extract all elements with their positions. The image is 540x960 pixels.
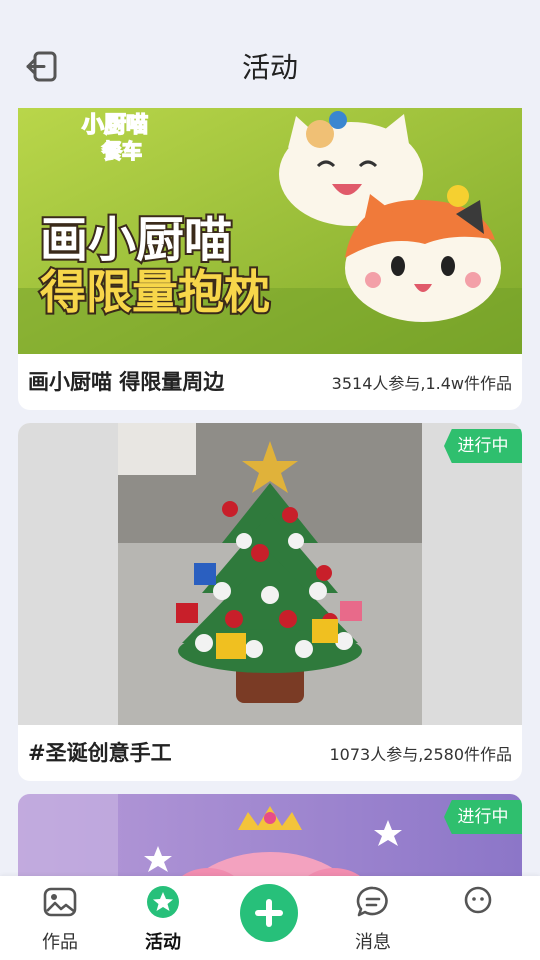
status-badge: 进行中 <box>444 429 522 463</box>
message-icon <box>356 886 388 917</box>
brand-text: 餐车 <box>102 139 142 163</box>
activity-name: 画小厨喵 得限量周边 <box>28 370 225 394</box>
tab-label: 消息 <box>355 932 391 953</box>
activity-stats: 3514人参与,1.4w件作品 <box>331 374 512 393</box>
tab-messages[interactable]: 消息 <box>328 884 418 954</box>
tab-label: 作品 <box>42 932 78 953</box>
tab-profile[interactable] <box>433 884 523 928</box>
bottom-tab-bar: 作品 活动 消息 <box>0 876 540 960</box>
status-badge: 进行中 <box>444 800 522 834</box>
activity-cover-image <box>18 423 522 725</box>
banner-headline: 得限量抱枕 <box>40 265 270 319</box>
activity-name: #圣诞创意手工 <box>28 741 172 765</box>
plus-icon <box>255 899 283 927</box>
activity-banner-image: 小厨喵 餐车 画小厨喵 得限量抱枕 <box>18 108 522 354</box>
image-icon <box>43 887 77 917</box>
card-footer: #圣诞创意手工 1073人参与,2580件作品 <box>18 725 522 781</box>
card-footer: 画小厨喵 得限量周边 3514人参与,1.4w件作品 <box>18 354 522 410</box>
activity-card-1[interactable]: 小厨喵 餐车 画小厨喵 得限量抱枕 画小厨喵 得限量周边 3514人参与,1.4… <box>18 108 522 410</box>
tab-works[interactable]: 作品 <box>15 884 105 954</box>
header: 活动 <box>0 0 540 108</box>
face-icon <box>464 886 492 914</box>
page-title: 活动 <box>241 51 298 84</box>
activity-card-2[interactable]: 进行中 #圣诞创意手工 1073人参与,2580件作品 <box>18 423 522 781</box>
brand-text: 小厨喵 <box>82 113 148 138</box>
create-button[interactable] <box>240 884 298 942</box>
star-badge-icon <box>147 886 179 918</box>
tab-activity[interactable]: 活动 <box>118 884 208 954</box>
tab-label: 活动 <box>145 932 181 953</box>
activity-stats: 1073人参与,2580件作品 <box>329 745 512 764</box>
banner-headline: 画小厨喵 <box>40 212 232 268</box>
